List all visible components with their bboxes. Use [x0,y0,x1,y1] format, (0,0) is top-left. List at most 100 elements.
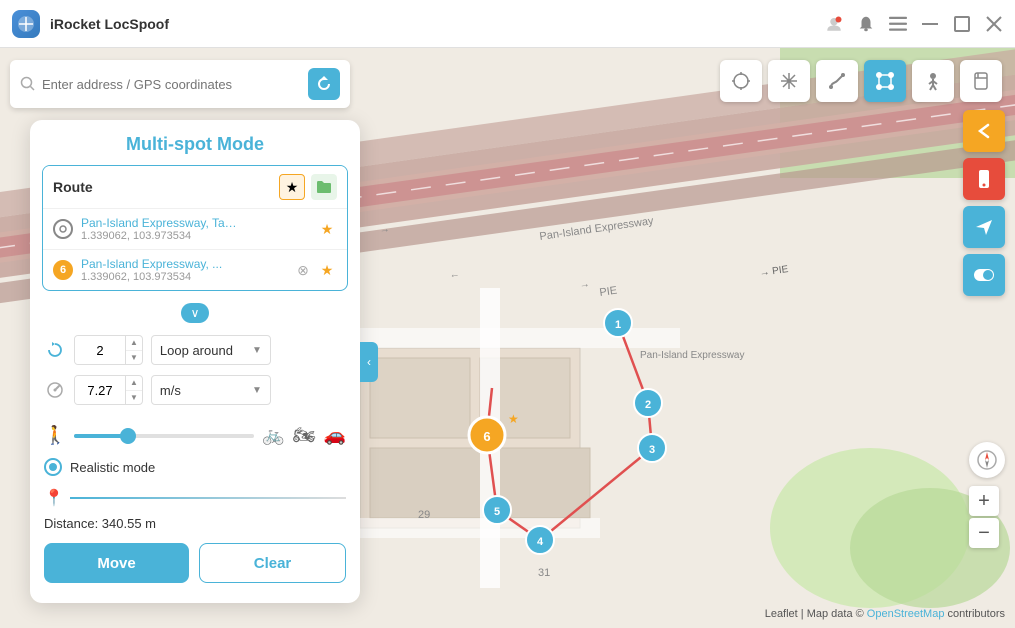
save-route-button[interactable]: ★ [279,174,305,200]
plus-icon: + [978,490,990,513]
speed-unit-arrow: ▼ [252,385,262,396]
multispot-tool[interactable] [864,60,906,102]
zoom-out-button[interactable]: − [969,518,999,548]
speed-unit-select[interactable]: m/s ▼ [151,375,271,405]
chevron-down-icon: ∨ [181,303,209,323]
route-item: Pan-Island Expressway, Tampi... 1.339062… [43,208,347,249]
refresh-button[interactable] [308,68,340,100]
route-section: Route ★ Pan-Island Expressway, Tampi... … [42,165,348,291]
zoom-in-button[interactable]: + [969,486,999,516]
speed-up[interactable]: ▲ [126,376,142,391]
profile-icon[interactable] [825,15,843,33]
svg-text:5: 5 [494,506,500,518]
minus-icon: − [978,522,990,545]
car-icon[interactable]: 🚗 [324,425,346,446]
speed-row: 7.27 ▲ ▼ m/s ▼ [44,375,346,405]
repeat-count-input[interactable]: 2 ▲ ▼ [74,335,143,365]
route-item-coords-2: 1.339062, 103.973534 [81,271,293,283]
phone-tool[interactable] [963,158,1005,200]
route-item-text-1: Pan-Island Expressway, Tampi... 1.339062… [81,216,317,242]
menu-icon[interactable] [889,15,907,33]
realistic-mode-row: Realistic mode [30,452,360,482]
contributors-text: contributors [948,608,1005,620]
minimize-icon[interactable] [921,15,939,33]
close-icon[interactable] [985,15,1003,33]
svg-text:PIE: PIE [599,285,618,299]
window-controls [825,15,1003,33]
distance-row: 📍 [30,482,360,512]
route-item-actions-2: ⊗ ★ [293,260,337,280]
loop-mode-select[interactable]: Loop around ▼ [151,335,271,365]
route-label: Route [53,179,93,195]
bell-icon[interactable] [857,15,875,33]
svg-text:4: 4 [537,536,544,548]
map-toolbar [720,60,1002,102]
cycle-icon[interactable]: 🚲 [262,425,284,446]
repeat-count-value[interactable]: 2 [75,336,125,364]
app-title: iRocket LocSpoof [50,16,825,32]
route-dot-1 [53,219,73,239]
route-header: Route ★ [43,166,347,208]
svg-text:6: 6 [483,429,490,444]
route-tool[interactable] [816,60,858,102]
star-route-2[interactable]: ★ [317,260,337,280]
back-tool[interactable] [963,110,1005,152]
svg-text:←: ← [449,269,460,281]
send-tool[interactable] [963,206,1005,248]
compass-button[interactable] [969,442,1005,478]
move-button[interactable]: Move [44,543,189,583]
svg-text:31: 31 [538,567,550,579]
svg-text:→: → [579,279,590,291]
speed-spinners: ▲ ▼ [125,376,142,404]
route-dot-2: 6 [53,260,73,280]
zoom-controls: + − [969,442,1005,548]
moto-icon[interactable]: 🏍 [293,425,316,446]
repeat-row: 2 ▲ ▼ Loop around ▼ [44,335,346,365]
search-input[interactable] [42,77,308,92]
searchbar [10,60,350,108]
distance-line [70,497,346,499]
loop-mode-value: Loop around [160,343,233,358]
speed-icon [44,379,66,401]
svg-text:29: 29 [418,509,430,521]
radio-inner [49,463,57,471]
location-pin-icon: 📍 [44,488,64,508]
person-tool[interactable] [912,60,954,102]
collapse-button[interactable]: ∨ [30,299,360,327]
action-buttons: Move Clear [30,535,360,587]
speed-input[interactable]: 7.27 ▲ ▼ [74,375,143,405]
titlebar: iRocket LocSpoof [0,0,1015,48]
route-item-2: 6 Pan-Island Expressway, ... 1.339062, 1… [43,249,347,290]
svg-text:2: 2 [645,399,651,411]
maximize-icon[interactable] [953,15,971,33]
map-attribution: Leaflet | Map data © OpenStreetMap contr… [765,608,1005,620]
remove-route-2[interactable]: ⊗ [293,260,313,280]
star-icon: ★ [286,179,299,196]
toggle-tool[interactable] [963,254,1005,296]
route-item-name-2: Pan-Island Expressway, ... [81,257,241,271]
osm-link[interactable]: OpenStreetMap [867,608,945,620]
walk-icon[interactable]: 🚶 [44,425,66,446]
route-item-actions-1: ★ [317,219,337,239]
select-arrow-icon: ▼ [252,345,262,356]
speed-value[interactable]: 7.27 [75,376,125,404]
pan-tool[interactable] [768,60,810,102]
transport-slider[interactable] [74,434,254,438]
realistic-mode-radio[interactable] [44,458,62,476]
leaflet-credit: Leaflet [765,608,798,620]
speed-down[interactable]: ▼ [126,391,142,405]
route-item-text-2: Pan-Island Expressway, ... 1.339062, 103… [81,257,293,283]
panel-collapse-tab[interactable]: ‹ [360,342,378,382]
star-route-1[interactable]: ★ [317,219,337,239]
clear-button[interactable]: Clear [199,543,346,583]
repeat-down[interactable]: ▼ [126,351,142,365]
crosshair-tool[interactable] [720,60,762,102]
svg-text:★: ★ [508,412,519,426]
right-tools [963,110,1005,296]
route-item-coords-1: 1.339062, 103.973534 [81,230,317,242]
realistic-mode-label: Realistic mode [70,460,155,475]
speed-unit-value: m/s [160,383,181,398]
repeat-up[interactable]: ▲ [126,336,142,351]
bookmark-tool[interactable] [960,60,1002,102]
open-route-button[interactable] [311,174,337,200]
